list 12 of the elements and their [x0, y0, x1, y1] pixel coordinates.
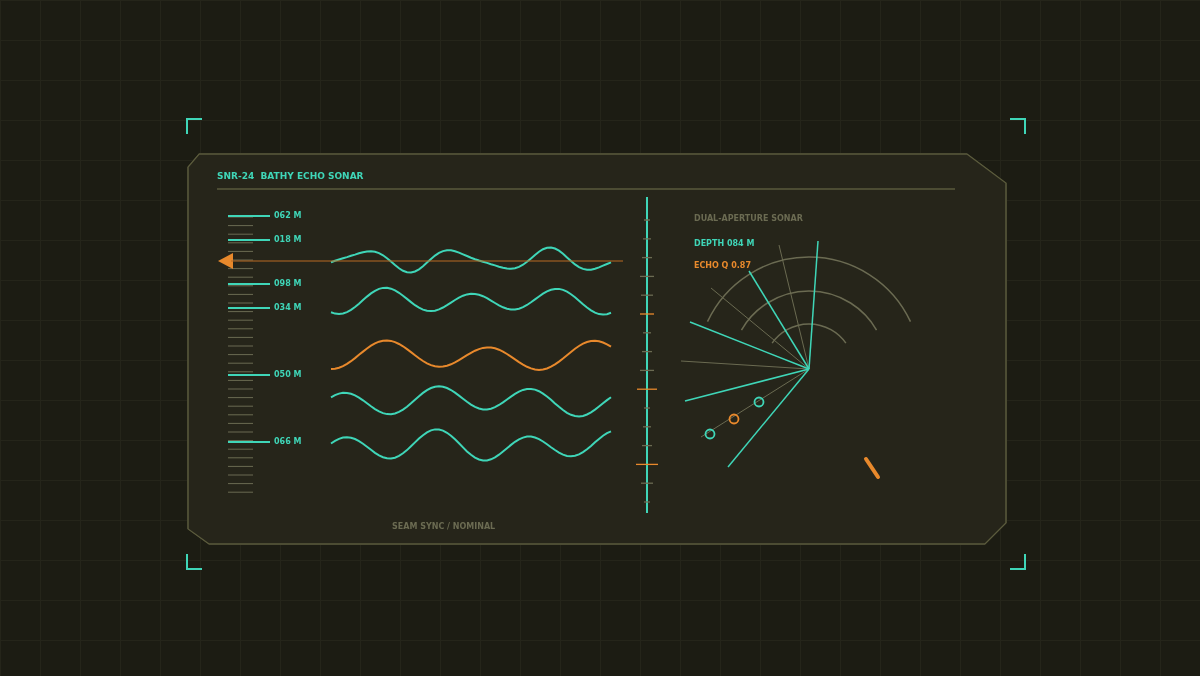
- sonar-caption: DUAL-APERTURE SONAR: [694, 214, 803, 223]
- depth-label: 034 M: [274, 303, 302, 312]
- depth-label: 018 M: [274, 235, 302, 244]
- panel-title: SNR-24 BATHY ECHO SONAR: [217, 171, 364, 181]
- depth-label: 066 M: [274, 437, 302, 446]
- echo-readout: ECHO Q 0.87: [694, 261, 751, 270]
- depth-label: 098 M: [274, 279, 302, 288]
- depth-pointer-icon: [218, 253, 233, 269]
- depth-label: 050 M: [274, 370, 302, 379]
- depth-readout: DEPTH 084 M: [694, 239, 755, 248]
- depth-label: 062 M: [274, 211, 302, 220]
- sync-status: SEAM SYNC / NOMINAL: [392, 522, 496, 531]
